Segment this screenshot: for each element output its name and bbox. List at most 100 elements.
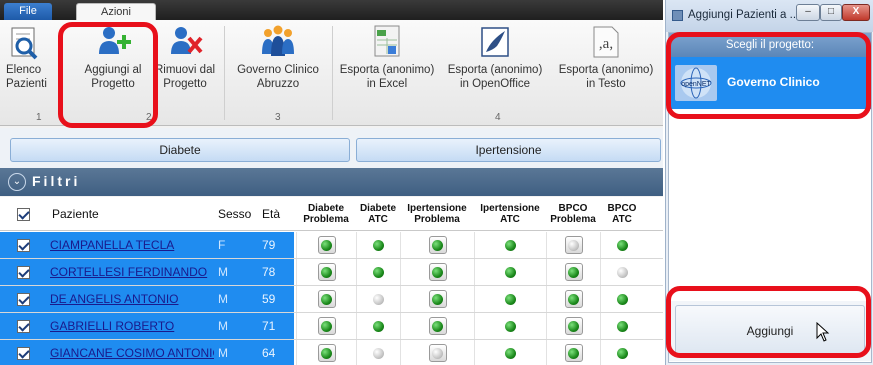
status-green-icon <box>432 293 443 305</box>
table-row[interactable]: CIAMPANELLA TECLA F 79 <box>0 232 663 259</box>
led-frame <box>317 344 336 362</box>
row-checkbox-cell[interactable] <box>0 286 46 312</box>
patient-name-link[interactable]: GIANCANE COSIMO ANTONIO <box>46 340 214 365</box>
ribbon-label: Progetto <box>163 78 207 90</box>
led-frame <box>428 290 447 308</box>
select-all-checkbox[interactable] <box>16 207 30 221</box>
opennet-logo-icon: openNET <box>675 65 717 101</box>
table-row[interactable]: GIANCANE COSIMO ANTONIO M 64 <box>0 340 663 365</box>
indicator-cell <box>400 259 474 285</box>
indicator-cell <box>296 340 356 365</box>
chevron-down-icon[interactable]: ⌄ <box>8 173 26 191</box>
tab-diabete[interactable]: Diabete <box>10 138 350 162</box>
row-checkbox[interactable] <box>16 265 30 279</box>
aggiungi-button[interactable]: Aggiungi <box>675 305 865 357</box>
indicator-cell <box>600 232 644 258</box>
patient-sex: F <box>214 232 258 258</box>
column-header[interactable]: Età <box>258 197 294 231</box>
row-checkbox[interactable] <box>16 238 30 252</box>
column-header[interactable]: BPCO Problema <box>546 197 600 231</box>
column-header[interactable]: Ipertensione ATC <box>474 197 546 231</box>
ribbon-label: in Excel <box>366 78 408 90</box>
ribbon-label: Rimuovi dal <box>154 64 216 76</box>
row-checkbox-cell[interactable] <box>0 313 46 339</box>
indicator-cell <box>356 340 400 365</box>
project-item[interactable]: openNET Governo Clinico <box>669 57 871 109</box>
led-frame <box>428 263 447 281</box>
led-frame <box>317 236 336 254</box>
row-checkbox[interactable] <box>16 292 30 306</box>
governo-clinico-abruzzo-button[interactable]: Governo Clinico Abruzzo <box>228 24 328 91</box>
status-grey-icon <box>432 347 443 359</box>
row-checkbox[interactable] <box>16 319 30 333</box>
search-list-icon <box>11 27 38 60</box>
patient-name-link[interactable]: CIAMPANELLA TECLA <box>46 232 214 258</box>
status-green-icon <box>505 266 516 278</box>
patient-name-link[interactable]: CORTELLESI FERDINANDO <box>46 259 214 285</box>
indicator-cell <box>356 259 400 285</box>
tab-file[interactable]: File <box>4 3 52 20</box>
elenco-pazienti-button[interactable]: Elenco Pazienti <box>6 24 47 91</box>
status-green-icon <box>617 347 628 359</box>
status-green-icon <box>568 347 579 359</box>
indicator-cell <box>600 340 644 365</box>
dialog-title-bar: Aggiungi Pazienti a ... – □ X <box>666 0 873 32</box>
ribbon-label: Governo Clinico <box>237 64 319 76</box>
led-frame <box>564 344 583 362</box>
ribbon-label: Progetto <box>91 78 135 90</box>
maximize-button[interactable]: □ <box>820 4 842 21</box>
patient-age: 71 <box>258 313 294 339</box>
window-icon <box>672 10 683 21</box>
dialog-body: Scegli il progetto: openNET Governo Clin… <box>668 32 872 363</box>
table-row[interactable]: CORTELLESI FERDINANDO M 78 <box>0 259 663 286</box>
esporta-openoffice-button[interactable]: Esporta (anonimo) in OpenOffice <box>442 24 548 91</box>
status-green-icon <box>568 320 579 332</box>
rimuovi-dal-progetto-button[interactable]: Rimuovi dal Progetto <box>150 24 220 91</box>
column-header[interactable]: Diabete ATC <box>356 197 400 231</box>
esporta-testo-button[interactable]: ,a, Esporta (anonimo) in Testo <box>552 24 660 91</box>
title-bar: File Azioni <box>0 0 663 20</box>
status-grey-icon <box>617 266 628 278</box>
column-header[interactable]: Diabete Problema <box>296 197 356 231</box>
column-header[interactable]: Paziente <box>48 197 214 231</box>
indicator-cell <box>400 340 474 365</box>
minimize-button[interactable]: – <box>796 4 820 21</box>
text-icon: ,a, <box>593 26 619 58</box>
column-header[interactable]: Sesso <box>214 197 258 231</box>
patient-name-link[interactable]: DE ANGELIS ANTONIO <box>46 286 214 312</box>
select-all-checkbox-cell[interactable] <box>0 197 46 231</box>
remove-users-icon <box>171 27 203 54</box>
ribbon-label: in Testo <box>586 78 626 90</box>
row-checkbox[interactable] <box>16 346 30 360</box>
row-checkbox-cell[interactable] <box>0 232 46 258</box>
patient-sex: M <box>214 313 258 339</box>
patient-name-link[interactable]: GABRIELLI ROBERTO <box>46 313 214 339</box>
indicator-cell <box>296 232 356 258</box>
status-green-icon <box>432 266 443 278</box>
status-green-icon <box>505 293 516 305</box>
indicator-cell <box>474 259 546 285</box>
aggiungi-al-progetto-button[interactable]: Aggiungi al Progetto <box>74 24 152 91</box>
close-button[interactable]: X <box>842 4 870 21</box>
tab-azioni[interactable]: Azioni <box>76 3 156 20</box>
column-header[interactable]: BPCO ATC <box>600 197 644 231</box>
led-frame <box>428 317 447 335</box>
aggiungi-pazienti-dialog: Aggiungi Pazienti a ... – □ X Scegli il … <box>665 0 873 365</box>
status-green-icon <box>321 347 332 359</box>
indicator-cell <box>356 232 400 258</box>
status-green-icon <box>617 320 628 332</box>
group-number: 1 <box>36 112 42 123</box>
status-green-icon <box>321 293 332 305</box>
table-row[interactable]: GABRIELLI ROBERTO M 71 <box>0 313 663 340</box>
table-row[interactable]: DE ANGELIS ANTONIO M 59 <box>0 286 663 313</box>
status-green-icon <box>321 320 332 332</box>
group-separator <box>332 26 333 120</box>
column-header[interactable]: Ipertensione Problema <box>400 197 474 231</box>
esporta-excel-button[interactable]: Esporta (anonimo) in Excel <box>334 24 440 91</box>
row-checkbox-cell[interactable] <box>0 259 46 285</box>
patient-age: 79 <box>258 232 294 258</box>
row-checkbox-cell[interactable] <box>0 340 46 365</box>
tab-ipertensione[interactable]: Ipertensione <box>356 138 661 162</box>
led-frame <box>564 290 583 308</box>
filtri-header[interactable]: ⌄ Filtri <box>0 168 663 196</box>
